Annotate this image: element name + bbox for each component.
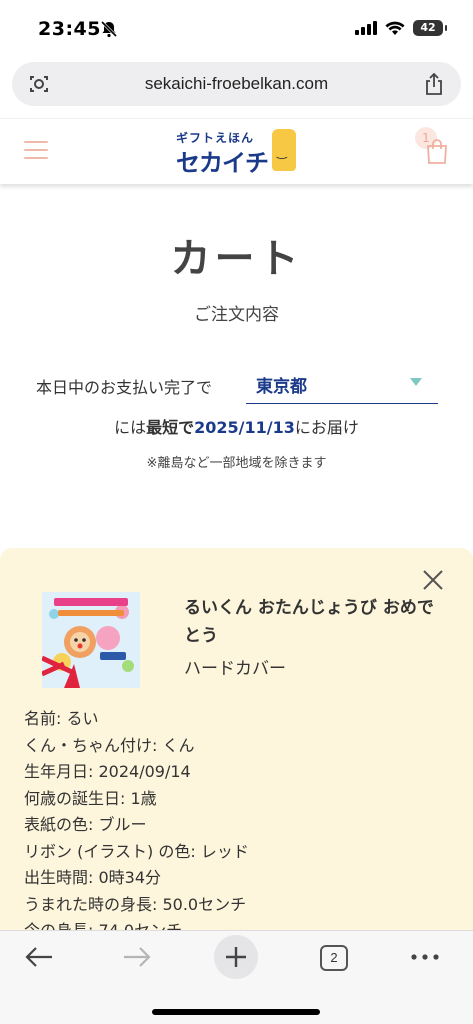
bell-off-icon	[100, 20, 118, 38]
browser-toolbar: 2	[0, 930, 473, 1024]
more-options-icon[interactable]	[410, 949, 440, 965]
option-line: 何歳の誕生日: 1歳	[24, 788, 157, 808]
option-line: 表紙の色: ブルー	[24, 815, 147, 834]
option-line: 出生時間: 0時34分	[24, 868, 162, 887]
home-indicator	[152, 1009, 320, 1015]
plus-icon	[226, 947, 246, 967]
new-tab-button[interactable]	[214, 935, 258, 979]
address-bar[interactable]: sekaichi-froebelkan.com	[12, 62, 461, 106]
cart-item-card: るいくん おたんじょうび おめでとう ハードカバー 名前: るい くん・ちゃん付…	[0, 548, 473, 948]
product-options: 名前: るい くん・ちゃん付け: くん 生年月日: 2024/09/14 何歳の…	[24, 706, 454, 945]
share-icon[interactable]	[423, 72, 445, 96]
remove-item-close-icon[interactable]	[421, 568, 445, 592]
site-header: ギフトえほん セカイチ 1	[0, 118, 473, 184]
battery-icon: 42	[413, 20, 447, 36]
prefecture-value[interactable]: 東京都	[256, 372, 307, 397]
site-logo[interactable]: ギフトえほん セカイチ	[176, 127, 300, 179]
page-title: カート	[170, 236, 303, 282]
back-arrow-icon[interactable]	[24, 945, 54, 969]
page-subtitle: ご注文内容	[194, 305, 279, 325]
logo-wordmark: セカイチ	[176, 149, 269, 177]
delivery-row: 本日中のお支払い完了で 東京都	[36, 368, 438, 404]
status-time: 23:45	[38, 18, 101, 40]
delivery-estimate: には最短で2025/11/13にお届け	[114, 418, 359, 437]
product-thumbnail[interactable]	[42, 592, 140, 688]
product-name[interactable]: るいくん おたんじょうび おめでとう	[184, 594, 444, 650]
option-line: うまれた時の身長: 50.0センチ	[24, 894, 247, 914]
logo-one-mark	[272, 129, 296, 171]
delivery-date: 2025/11/13	[194, 418, 295, 437]
menu-icon[interactable]	[24, 141, 48, 161]
wifi-icon	[385, 21, 405, 35]
url-text[interactable]: sekaichi-froebelkan.com	[12, 74, 461, 94]
product-format: ハードカバー	[184, 659, 286, 679]
dropdown-arrow-icon[interactable]	[410, 378, 422, 386]
status-bar: 23:45 42	[0, 0, 473, 58]
option-line: 名前: るい	[24, 709, 99, 728]
forward-arrow-icon[interactable]	[122, 945, 152, 969]
shopping-bag-icon[interactable]	[425, 137, 449, 165]
delivery-note: ※離島など一部地域を除きます	[146, 456, 327, 471]
tab-count-button[interactable]: 2	[320, 945, 348, 971]
option-line: 生年月日: 2024/09/14	[24, 762, 191, 781]
delivery-label: 本日中のお支払い完了で	[36, 378, 213, 397]
option-line: リボン (イラスト) の色: レッド	[24, 841, 249, 861]
cellular-signal-icon	[355, 21, 377, 35]
option-line: くん・ちゃん付け: くん	[24, 735, 195, 755]
prefecture-select[interactable]: 東京都	[246, 368, 438, 404]
